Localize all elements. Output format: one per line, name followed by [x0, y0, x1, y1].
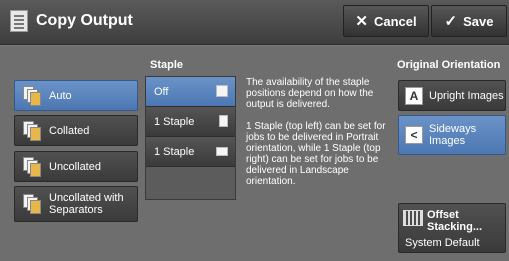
sideways-images-button[interactable]: < Sideways Images	[398, 115, 506, 155]
output-auto-label: Auto	[49, 89, 72, 102]
offset-stacking-button[interactable]: Offset Stacking... System Default	[398, 203, 506, 253]
auto-icon	[23, 85, 41, 106]
output-collated-button[interactable]: Collated	[14, 115, 138, 146]
uncollated-separators-icon	[23, 194, 41, 214]
save-button[interactable]: ✓ Save	[431, 5, 507, 37]
output-auto-button[interactable]: Auto	[14, 80, 138, 111]
no-staple-icon	[216, 85, 228, 97]
landscape-staple-icon	[216, 147, 228, 156]
output-collated-label: Collated	[49, 124, 90, 137]
staple-top-left-button[interactable]: 1 Staple	[146, 107, 235, 137]
close-icon: ✕	[355, 13, 368, 30]
staple-top-right-label: 1 Staple	[154, 145, 195, 158]
staple-title: Staple	[150, 59, 184, 71]
cancel-label: Cancel	[373, 13, 417, 29]
orientation-title: Original Orientation	[397, 59, 501, 71]
offset-stacking-value: System Default	[405, 237, 480, 249]
collated-icon	[23, 120, 41, 141]
offset-stacking-icon	[403, 210, 423, 226]
portrait-staple-icon	[219, 115, 228, 127]
staple-off-button[interactable]: Off	[146, 77, 235, 107]
staple-off-label: Off	[154, 85, 169, 98]
upright-icon: A	[405, 86, 423, 105]
upright-label: Upright Images	[429, 89, 504, 102]
output-uncollated-label: Uncollated	[49, 160, 101, 173]
staple-top-right-button[interactable]: 1 Staple	[146, 137, 235, 167]
check-icon: ✓	[444, 13, 458, 30]
upright-images-button[interactable]: A Upright Images	[398, 80, 506, 111]
staple-top-left-label: 1 Staple	[154, 115, 195, 128]
copy-output-icon	[10, 10, 28, 32]
title-area: Copy Output	[10, 10, 133, 32]
staple-list: Off 1 Staple 1 Staple	[145, 76, 236, 200]
sideways-icon: <	[405, 126, 423, 144]
info-paragraph-2: 1 Staple (top left) can be set for jobs …	[246, 121, 386, 187]
output-uncollated-button[interactable]: Uncollated	[14, 151, 138, 182]
output-uncollated-separators-label: Uncollated with Separators	[49, 192, 124, 216]
save-label: Save	[463, 13, 494, 29]
output-uncollated-separators-button[interactable]: Uncollated with Separators	[14, 186, 138, 222]
page-title: Copy Output	[36, 12, 133, 29]
sideways-label: Sideways Images	[429, 123, 477, 147]
header-bar: Copy Output ✕ Cancel ✓ Save	[0, 0, 509, 45]
offset-stacking-label: Offset Stacking...	[427, 209, 483, 233]
info-paragraph-1: The availability of the staple positions…	[246, 77, 374, 110]
uncollated-icon	[23, 156, 41, 177]
cancel-button[interactable]: ✕ Cancel	[343, 5, 429, 37]
staple-info-text: The availability of the staple positions…	[246, 77, 391, 198]
